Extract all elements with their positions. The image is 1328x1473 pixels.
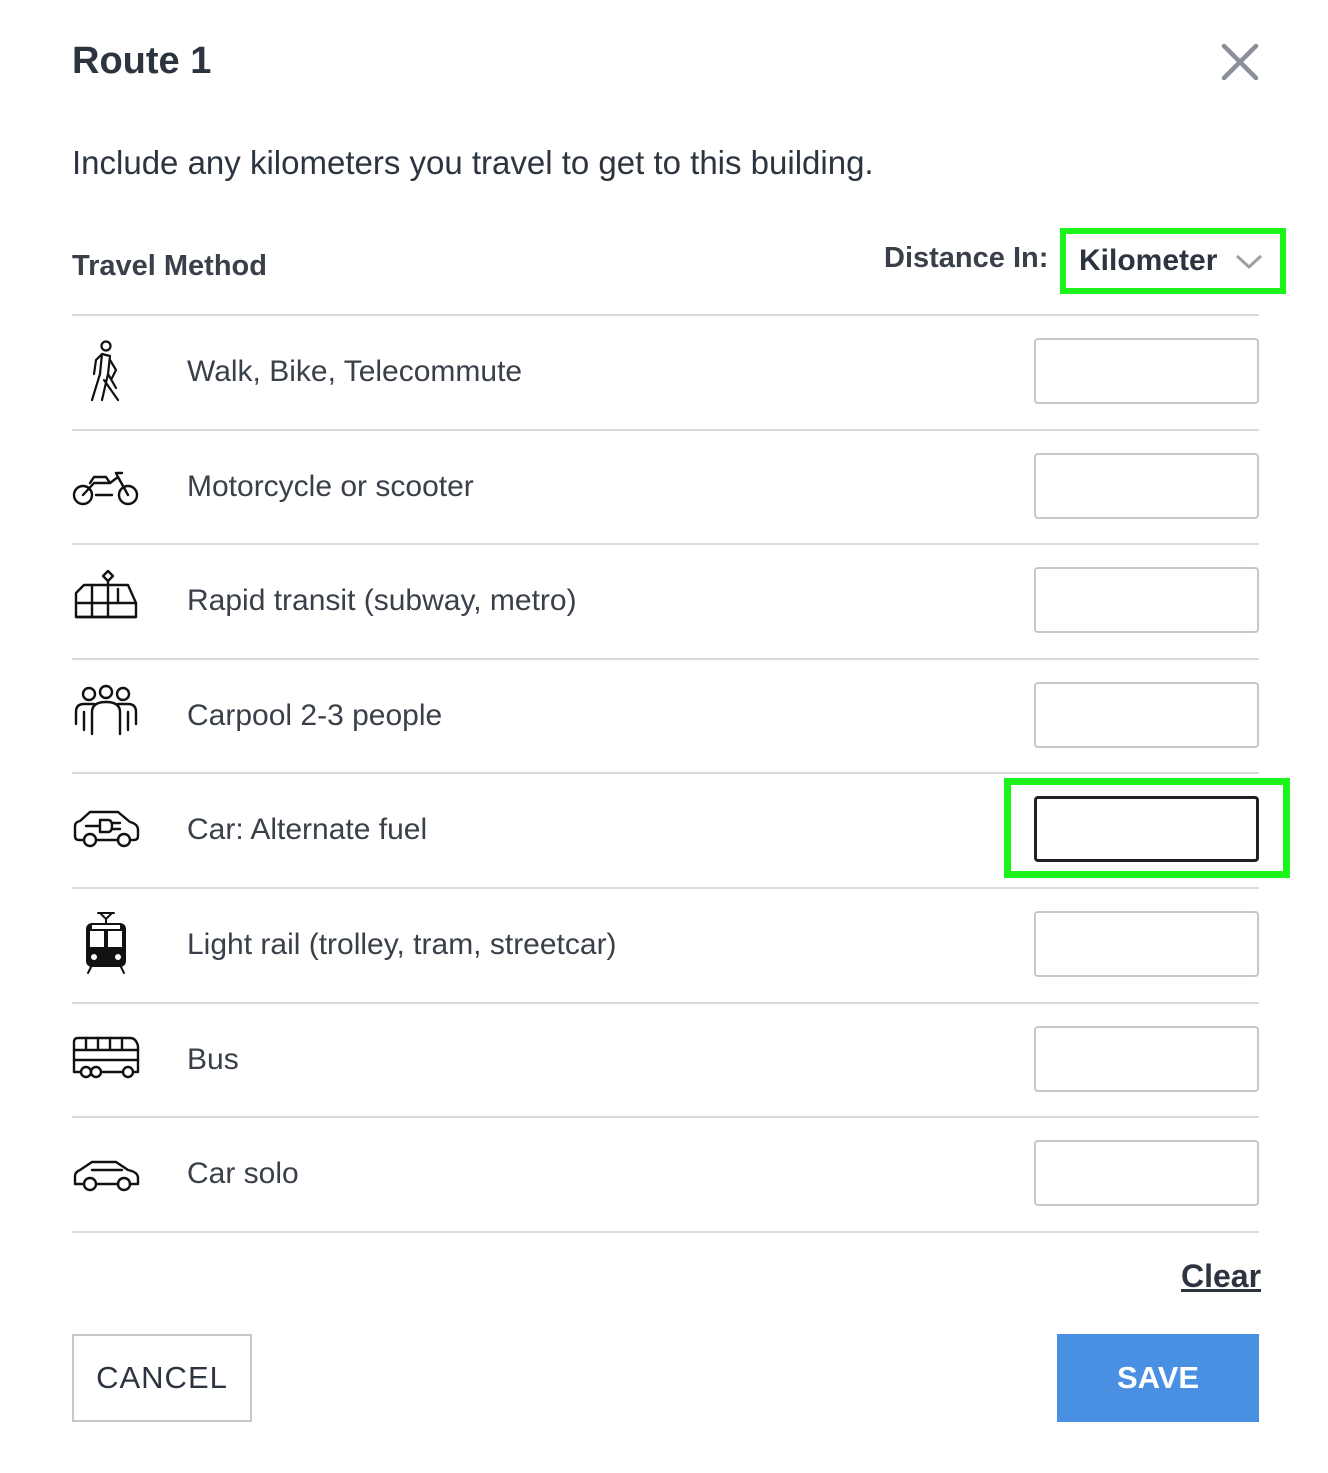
- chevron-down-icon: [1235, 254, 1263, 270]
- save-button[interactable]: SAVE: [1057, 1334, 1259, 1422]
- clear-link[interactable]: Clear: [1181, 1258, 1261, 1295]
- rapid-transit-icon: [74, 569, 138, 619]
- close-icon[interactable]: [1216, 38, 1264, 86]
- travel-row-car-solo: Car solo: [72, 1118, 1259, 1233]
- people-group-icon: [74, 684, 138, 735]
- distance-input-light-rail[interactable]: [1034, 910, 1259, 977]
- distance-unit-value: Kilometer: [1079, 244, 1218, 277]
- distance-input-bus[interactable]: [1034, 1025, 1259, 1092]
- motorcycle-icon: [72, 471, 139, 505]
- distance-in-label: Distance In:: [884, 242, 1049, 274]
- bus-icon: [72, 1036, 140, 1078]
- walking-person-icon: [90, 340, 120, 402]
- distance-input-motorcycle[interactable]: [1034, 452, 1259, 519]
- travel-method-label: Bus: [187, 1042, 239, 1076]
- distance-input-carpool[interactable]: [1034, 681, 1259, 748]
- travel-row-walk: Walk, Bike, Telecommute: [72, 316, 1259, 431]
- dialog-title: Route 1: [72, 40, 212, 82]
- travel-method-header: Travel Method: [72, 250, 267, 282]
- travel-row-light-rail: Light rail (trolley, tram, streetcar): [72, 889, 1259, 1004]
- travel-row-bus: Bus: [72, 1004, 1259, 1119]
- travel-method-label: Car solo: [187, 1157, 299, 1191]
- distance-input-rapid-transit[interactable]: [1034, 567, 1259, 634]
- dialog-intro: Include any kilometers you travel to get…: [72, 144, 874, 181]
- travel-method-label: Car: Alternate fuel: [187, 813, 428, 847]
- travel-method-label: Motorcycle or scooter: [187, 469, 474, 503]
- travel-method-label: Walk, Bike, Telecommute: [187, 355, 523, 388]
- travel-method-label: Light rail (trolley, tram, streetcar): [187, 927, 617, 961]
- distance-input-car-solo[interactable]: [1034, 1140, 1259, 1207]
- distance-unit-select[interactable]: Kilometer: [1060, 228, 1286, 294]
- travel-row-carpool: Carpool 2-3 people: [72, 660, 1259, 775]
- cancel-button[interactable]: CANCEL: [72, 1334, 252, 1422]
- distance-input-alternate-fuel[interactable]: [1034, 796, 1259, 863]
- car-icon: [73, 1160, 140, 1192]
- travel-row-rapid-transit: Rapid transit (subway, metro): [72, 545, 1259, 660]
- travel-row-motorcycle: Motorcycle or scooter: [72, 431, 1259, 546]
- electric-car-icon: [73, 811, 140, 848]
- travel-row-alternate-fuel: Car: Alternate fuel: [72, 774, 1259, 889]
- tram-icon: [86, 911, 126, 974]
- travel-methods-list: Walk, Bike, Telecommute Motorcycle or sc…: [72, 316, 1259, 1233]
- travel-method-label: Rapid transit (subway, metro): [187, 584, 577, 618]
- distance-input-walk[interactable]: [1034, 338, 1259, 404]
- travel-method-label: Carpool 2-3 people: [187, 698, 443, 732]
